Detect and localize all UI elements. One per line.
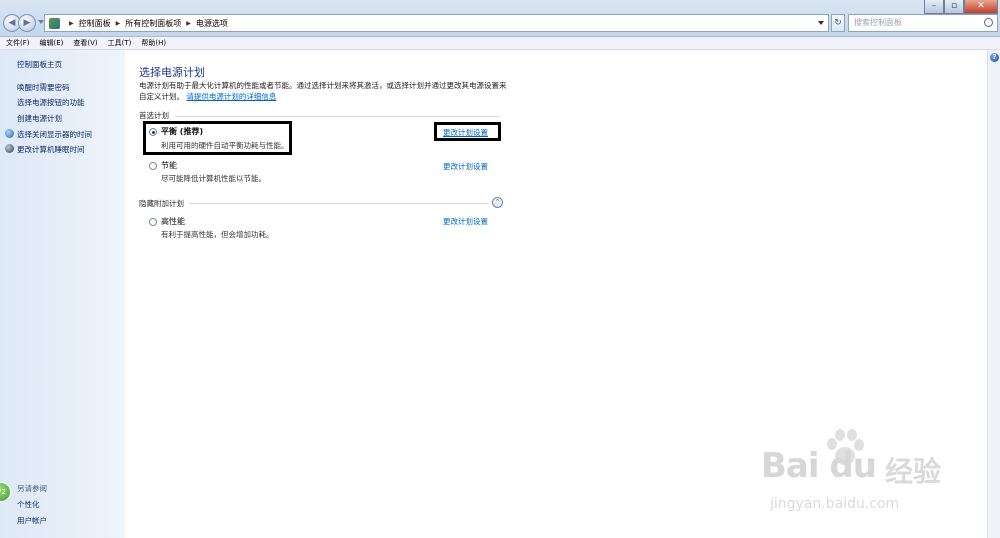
page-description: 电源计划有助于最大化计算机的性能或者节能。通过选择计划来将其激活，或选择计划并通… (139, 80, 509, 102)
baidu-watermark: Bai du 经验 jingyan.baidu.com (735, 428, 965, 528)
preferred-plans-heading: 首选计划 (139, 111, 169, 120)
window-controls: – ▫ ✕ (924, 0, 998, 14)
menu-help[interactable]: 帮助(H) (141, 38, 166, 48)
sidebar-control-panel-home[interactable]: 控制面板主页 (17, 59, 62, 70)
maximize-icon: ▫ (950, 1, 958, 11)
watermark-url: jingyan.baidu.com (770, 496, 900, 512)
highlight-box (143, 121, 292, 155)
breadcrumb-separator-icon[interactable]: ▶ (116, 20, 121, 27)
menu-file[interactable]: 文件(F) (6, 38, 30, 48)
minimize-button[interactable]: – (924, 0, 944, 14)
search-placeholder: 搜索控制面板 (854, 18, 902, 27)
plan-details-link[interactable]: 请提供电源计划的详细信息 (186, 92, 276, 101)
change-plan-settings-power-saver[interactable]: 更改计划设置 (443, 161, 488, 172)
refresh-icon: ↻ (834, 18, 842, 28)
sidebar-item-wake-password[interactable]: 唤醒时需要密码 (17, 82, 70, 93)
vertical-scrollbar[interactable]: ? (987, 50, 1000, 538)
help-icon[interactable]: ? (990, 53, 999, 62)
change-plan-settings-high-performance[interactable]: 更改计划设置 (443, 216, 488, 227)
watermark-brand: Bai du (761, 446, 877, 486)
page-title: 选择电源计划 (139, 66, 205, 79)
address-bar[interactable]: ▶ 控制面板 ▶ 所有控制面板项 ▶ 电源选项 (44, 14, 829, 32)
sidebar-item-personalize[interactable]: 个性化 (17, 499, 40, 510)
breadcrumb-separator-icon[interactable]: ▶ (186, 20, 191, 27)
sidebar-item-create-plan[interactable]: 创建电源计划 (17, 113, 62, 124)
breadcrumb-all-items[interactable]: 所有控制面板项 (125, 18, 181, 29)
menu-tools[interactable]: 工具(T) (108, 38, 132, 48)
refresh-button[interactable]: ↻ (831, 14, 845, 32)
maximize-button[interactable]: ▫ (944, 0, 964, 14)
plan-desc-high-performance: 有利于提高性能，但会增加功耗。 (161, 230, 274, 239)
minimize-icon: – (931, 1, 937, 11)
forward-arrow-icon: ▶ (23, 18, 31, 28)
sidebar: 控制面板主页 唤醒时需要密码 选择电源按钮的功能 创建电源计划 选择关闭显示器的… (0, 50, 125, 538)
watermark-cn: 经验 (885, 455, 942, 488)
search-input[interactable]: 搜索控制面板 (848, 14, 998, 32)
breadcrumb-power-options[interactable]: 电源选项 (196, 18, 228, 29)
search-icon[interactable] (984, 18, 993, 27)
plan-desc-power-saver: 尽可能降低计算机性能以节能。 (161, 174, 266, 183)
forward-button[interactable]: ▶ (18, 14, 36, 32)
collapse-hidden-plans-button[interactable]: ⌃ (492, 197, 503, 208)
section-divider (189, 203, 489, 204)
section-divider (175, 116, 500, 117)
close-button[interactable]: ✕ (964, 0, 998, 14)
sidebar-item-sleep-time[interactable]: 更改计算机睡眠时间 (17, 144, 85, 155)
menu-edit[interactable]: 编辑(E) (40, 38, 64, 48)
close-icon: ✕ (977, 1, 985, 11)
address-dropdown-icon[interactable] (818, 21, 824, 25)
green-badge-icon: 72 (0, 482, 11, 502)
control-panel-icon (49, 17, 60, 29)
menu-view[interactable]: 查看(V) (73, 38, 97, 48)
sidebar-item-user-accounts[interactable]: 用户帐户 (17, 515, 47, 526)
sleep-moon-icon (5, 144, 14, 153)
see-also-heading: 另请参阅 (17, 484, 47, 493)
sidebar-item-display-off[interactable]: 选择关闭显示器的时间 (17, 129, 92, 140)
chevron-up-icon: ⌃ (494, 198, 501, 206)
hidden-plans-heading: 隐藏附加计划 (139, 199, 184, 208)
highlight-box (434, 122, 501, 141)
plan-radio-high-performance[interactable] (149, 218, 157, 226)
breadcrumb-separator-icon[interactable]: ▶ (69, 20, 74, 27)
sidebar-item-power-button[interactable]: 选择电源按钮的功能 (17, 97, 85, 108)
plan-name-power-saver[interactable]: 节能 (161, 160, 177, 171)
monitor-icon (5, 129, 14, 138)
plan-name-high-performance[interactable]: 高性能 (161, 216, 185, 227)
menu-bar: 文件(F) 编辑(E) 查看(V) 工具(T) 帮助(H) (0, 37, 1000, 50)
breadcrumb-control-panel[interactable]: 控制面板 (79, 18, 111, 29)
plan-radio-power-saver[interactable] (149, 162, 157, 170)
title-bar: ◀ ▶ ▶ 控制面板 ▶ 所有控制面板项 ▶ 电源选项 ↻ 搜索控制面板 – ▫… (0, 0, 1000, 37)
